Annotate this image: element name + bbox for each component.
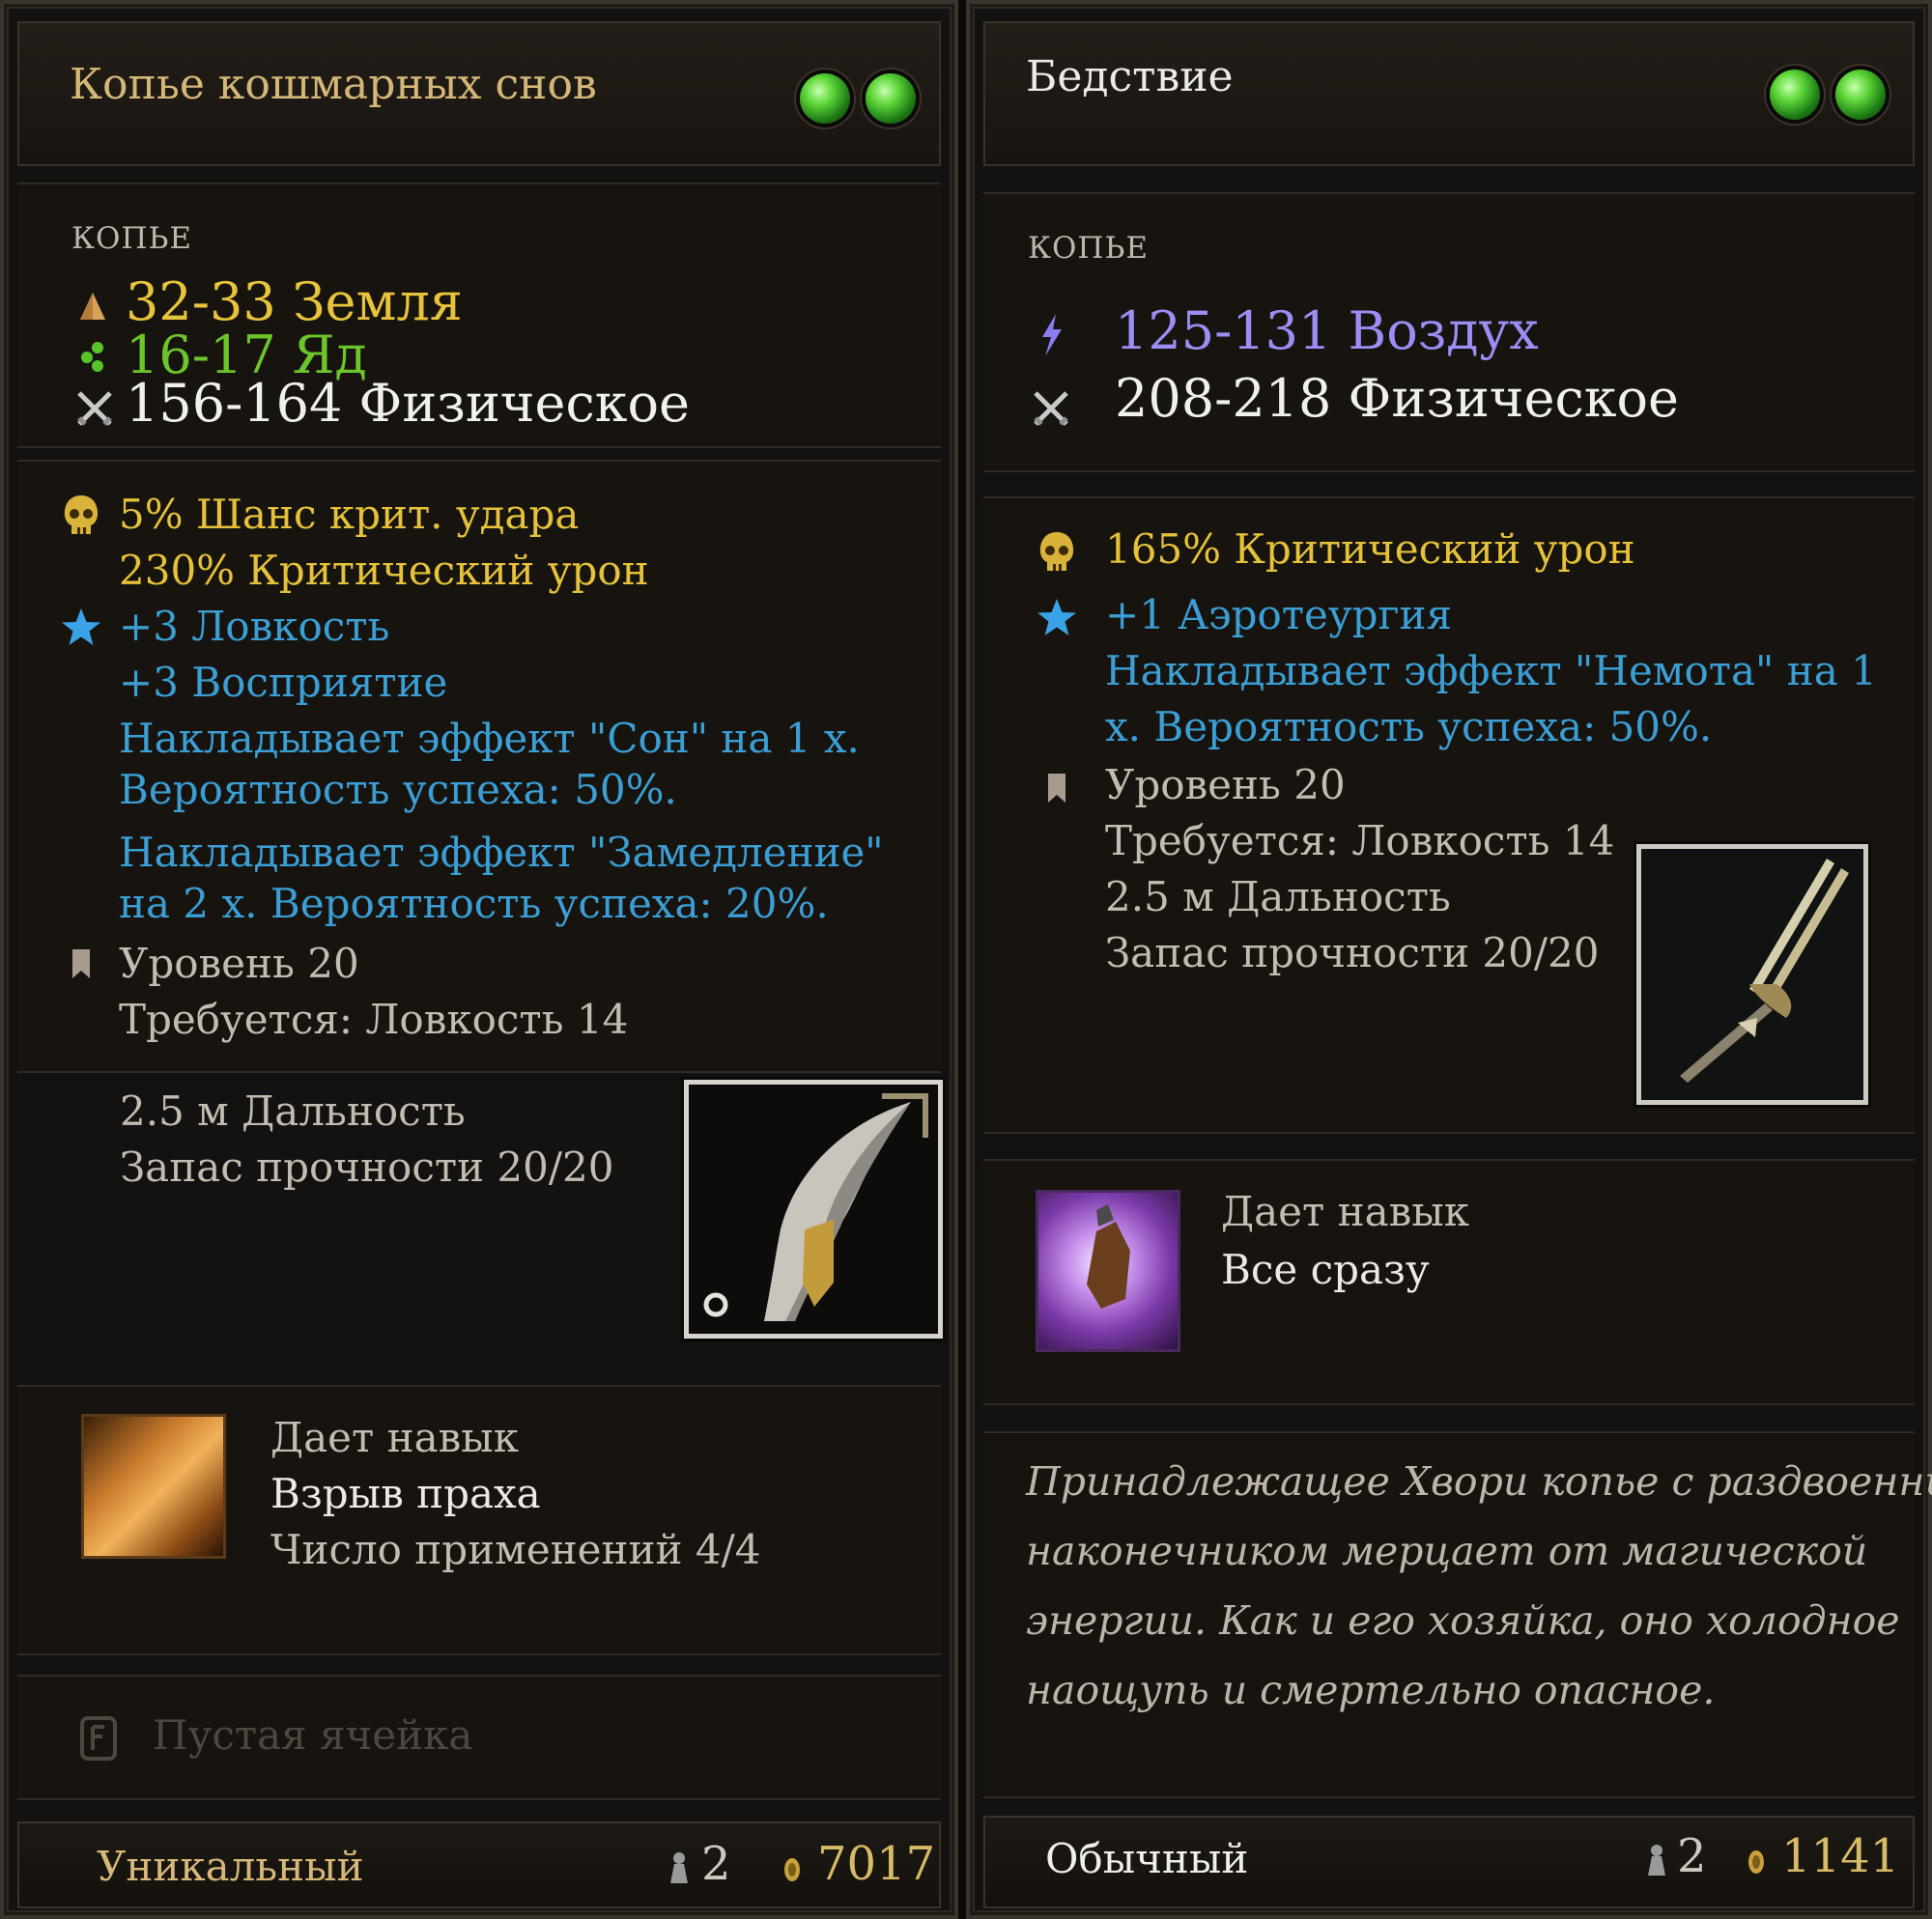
rarity-label: Обычный: [1045, 1835, 1249, 1882]
sleep-effect-line1: Накладывает эффект "Сон" на 1 х.: [119, 715, 860, 762]
level-requirement: Уровень 20: [119, 940, 359, 987]
damage-section: КОПЬЕ 125-131 Воздух 208-218 Физическое: [983, 192, 1915, 472]
gold-coin-icon: [779, 1852, 806, 1887]
skill-uses: Число применений 4/4: [270, 1526, 761, 1573]
aerotheurge-bonus: +1 Аэротеургия: [1105, 591, 1452, 638]
bident-spear-icon: [1641, 849, 1863, 1100]
crit-damage: 165% Критический урон: [1105, 525, 1635, 573]
rune-slot-section: Пустая ячейка: [17, 1675, 941, 1800]
weight-icon: [1642, 1841, 1671, 1879]
sleep-effect-line2: Вероятность успеха: 50%.: [119, 766, 677, 813]
skull-crit-icon: [56, 491, 106, 541]
silence-effect-line1: Накладывает эффект "Немота" на 1: [1105, 647, 1877, 694]
skull-crit-icon: [1032, 527, 1082, 578]
earth-icon: [75, 289, 110, 327]
air-damage: 125-131 Воздух: [1115, 300, 1539, 361]
empty-slot-label: Пустая ячейка: [153, 1711, 473, 1759]
physical-damage: 156-164 Физическое: [126, 373, 690, 434]
crit-damage: 230% Критический урон: [119, 547, 649, 594]
weight-icon: [665, 1848, 694, 1887]
level-requirement: Уровень 20: [1105, 761, 1346, 808]
wits-bonus: +3 Восприятие: [119, 659, 448, 706]
description-line: наконечником мерцает от магической: [1026, 1528, 1868, 1574]
damage-section: КОПЬЕ 32-33 Земля 16-17 Яд 156-164 Физич…: [17, 183, 941, 448]
item-type: КОПЬЕ: [1028, 231, 1149, 266]
rune-slot-gem-icon[interactable]: [866, 73, 916, 124]
range-stat: 2.5 м Дальность: [1105, 873, 1451, 920]
gold-value: 1141: [1781, 1829, 1900, 1883]
finesse-bonus: +3 Ловкость: [119, 603, 390, 650]
item-type: КОПЬЕ: [71, 221, 192, 256]
grants-skill-label: Дает навык: [1221, 1188, 1469, 1235]
durability-stat: Запас прочности 20/20: [120, 1143, 614, 1191]
tooltip-footer: Уникальный 2 7017: [17, 1821, 941, 1908]
star-bonus-icon: [1034, 595, 1080, 641]
item-title: Бедствие: [1026, 52, 1234, 101]
tooltip-scourge: Бедствие КОПЬЕ 125-131 Воздух 208-218 Фи…: [966, 0, 1932, 1919]
slow-effect-line2: на 2 х. Вероятность успеха: 20%.: [119, 880, 829, 927]
skill-section: Дает навык Взрыв праха Число применений …: [17, 1385, 941, 1655]
attribute-requirement: Требуется: Ловкость 14: [1105, 817, 1615, 864]
slow-effect-line1: Накладывает эффект "Замедление": [119, 829, 884, 876]
description-line: энергии. Как и его хозяйка, оно холодное: [1026, 1597, 1900, 1644]
tooltip-nightmare-spear: Копье кошмарных снов КОПЬЕ 32-33 Земля 1…: [0, 0, 958, 1919]
tooltip-header: Бедствие: [983, 21, 1915, 166]
grants-skill-label: Дает навык: [270, 1414, 519, 1461]
poison-icon: [75, 337, 110, 376]
spear-blade-icon: [689, 1085, 938, 1334]
earth-damage: 32-33 Земля: [126, 271, 463, 332]
bookmark-level-icon: [1041, 769, 1072, 807]
description-line: наощупь и смертельно опасное.: [1026, 1667, 1716, 1713]
skill-name: Все сразу: [1221, 1246, 1430, 1293]
tooltip-footer: Обычный 2 1141: [983, 1816, 1915, 1908]
physical-swords-icon: [73, 387, 116, 430]
silence-effect-line2: х. Вероятность успеха: 50%.: [1105, 703, 1713, 750]
gold-value: 7017: [817, 1837, 936, 1891]
item-title: Копье кошмарных снов: [70, 60, 597, 109]
rarity-label: Уникальный: [97, 1843, 364, 1890]
item-portrait[interactable]: [1636, 844, 1868, 1105]
weight-value: 2: [1677, 1829, 1707, 1883]
stats-section: 165% Критический урон +1 Аэротеургия Нак…: [983, 496, 1915, 1134]
gold-coin-icon: [1743, 1845, 1770, 1879]
description-line: Принадлежащее Хвори копье с раздвоенным: [1026, 1458, 1932, 1505]
item-portrait[interactable]: [684, 1080, 943, 1339]
rune-slot-gem-icon[interactable]: [1835, 70, 1886, 120]
range-stat: 2.5 м Дальность: [120, 1087, 466, 1135]
star-bonus-icon: [58, 605, 104, 651]
dust-blast-skill-icon[interactable]: [81, 1414, 226, 1559]
empty-rune-slot-icon: [77, 1713, 120, 1764]
crit-chance: 5% Шанс крит. удара: [119, 491, 580, 538]
attribute-requirement: Требуется: Ловкость 14: [119, 996, 629, 1043]
air-lightning-icon: [1034, 310, 1068, 360]
physical-damage: 208-218 Физическое: [1115, 368, 1679, 429]
description-section: Принадлежащее Хвори копье с раздвоенным …: [983, 1431, 1932, 1798]
bookmark-level-icon: [66, 945, 97, 983]
rune-slot-gem-icon[interactable]: [1770, 70, 1820, 120]
physical-swords-icon: [1030, 387, 1072, 430]
stats-section: 5% Шанс крит. удара 230% Критический уро…: [17, 460, 943, 1339]
rune-slot-gem-icon[interactable]: [800, 73, 850, 124]
weight-value: 2: [701, 1837, 731, 1891]
all-in-skill-icon[interactable]: [1036, 1190, 1180, 1352]
skill-name: Взрыв праха: [270, 1470, 541, 1517]
durability-stat: Запас прочности 20/20: [1105, 929, 1600, 976]
skill-section: Дает навык Все сразу: [983, 1159, 1915, 1405]
tooltip-header: Копье кошмарных снов: [17, 21, 941, 166]
